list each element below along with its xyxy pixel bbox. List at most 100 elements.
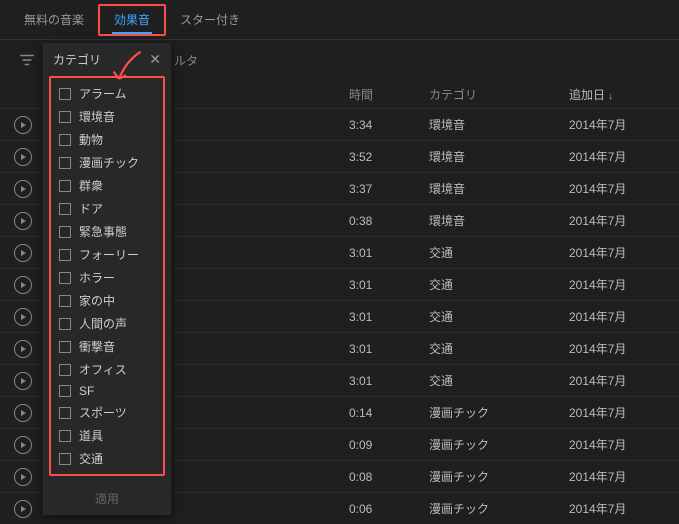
play-icon[interactable] bbox=[14, 116, 32, 134]
category-option[interactable]: 群衆 bbox=[51, 174, 163, 197]
cell-time: 0:08 bbox=[349, 470, 429, 484]
category-option-label: 家の中 bbox=[79, 292, 115, 309]
category-option[interactable]: アラーム bbox=[51, 82, 163, 105]
tab-free-music[interactable]: 無料の音楽 bbox=[10, 0, 98, 40]
category-option-label: SF bbox=[79, 384, 94, 398]
category-option-label: 衝撃音 bbox=[79, 338, 115, 355]
category-option[interactable]: スポーツ bbox=[51, 401, 163, 424]
category-list[interactable]: アラーム環境音動物漫画チック群衆ドア緊急事態フォーリーホラー家の中人間の声衝撃音… bbox=[49, 76, 165, 476]
play-icon[interactable] bbox=[14, 404, 32, 422]
cell-category: 漫画チック bbox=[429, 436, 569, 453]
cell-category: 環境音 bbox=[429, 116, 569, 133]
cell-category: 交通 bbox=[429, 276, 569, 293]
category-option[interactable]: 環境音 bbox=[51, 105, 163, 128]
category-option[interactable]: 水 bbox=[51, 470, 163, 476]
tab-label: 効果音 bbox=[114, 11, 150, 28]
checkbox-icon[interactable] bbox=[59, 476, 71, 477]
cell-date: 2014年7月 bbox=[569, 468, 669, 485]
category-option[interactable]: 家の中 bbox=[51, 289, 163, 312]
apply-button[interactable]: 適用 bbox=[43, 482, 171, 515]
close-icon[interactable]: ✕ bbox=[149, 51, 161, 68]
category-option[interactable]: SF bbox=[51, 381, 163, 401]
panel-title: カテゴリ bbox=[53, 51, 101, 68]
checkbox-icon[interactable] bbox=[59, 453, 71, 465]
checkbox-icon[interactable] bbox=[59, 111, 71, 123]
play-icon[interactable] bbox=[14, 244, 32, 262]
play-icon[interactable] bbox=[14, 468, 32, 486]
category-option[interactable]: 人間の声 bbox=[51, 312, 163, 335]
category-filter-panel: カテゴリ ✕ アラーム環境音動物漫画チック群衆ドア緊急事態フォーリーホラー家の中… bbox=[42, 42, 172, 516]
col-date[interactable]: 追加日↓ bbox=[569, 86, 669, 103]
category-option-label: アラーム bbox=[79, 85, 127, 102]
category-option[interactable]: オフィス bbox=[51, 358, 163, 381]
checkbox-icon[interactable] bbox=[59, 341, 71, 353]
checkbox-icon[interactable] bbox=[59, 203, 71, 215]
category-option-label: 道具 bbox=[79, 427, 103, 444]
cell-category: 交通 bbox=[429, 244, 569, 261]
checkbox-icon[interactable] bbox=[59, 226, 71, 238]
cell-time: 0:09 bbox=[349, 438, 429, 452]
tab-sound-effects[interactable]: 効果音 bbox=[98, 4, 166, 36]
category-option[interactable]: 漫画チック bbox=[51, 151, 163, 174]
cell-date: 2014年7月 bbox=[569, 308, 669, 325]
cell-time: 0:38 bbox=[349, 214, 429, 228]
col-time[interactable]: 時間 bbox=[349, 86, 429, 103]
cell-category: 交通 bbox=[429, 340, 569, 357]
category-option-label: ホラー bbox=[79, 269, 115, 286]
category-option-label: フォーリー bbox=[79, 246, 139, 263]
category-option-label: ドア bbox=[79, 200, 103, 217]
checkbox-icon[interactable] bbox=[59, 272, 71, 284]
tab-label: スター付き bbox=[180, 11, 240, 28]
cell-time: 3:01 bbox=[349, 246, 429, 260]
checkbox-icon[interactable] bbox=[59, 134, 71, 146]
tab-bar: 無料の音楽 効果音 スター付き bbox=[0, 0, 679, 40]
checkbox-icon[interactable] bbox=[59, 180, 71, 192]
checkbox-icon[interactable] bbox=[59, 407, 71, 419]
category-option[interactable]: 動物 bbox=[51, 128, 163, 151]
category-option-label: 環境音 bbox=[79, 108, 115, 125]
category-option-label: オフィス bbox=[79, 361, 127, 378]
sort-desc-icon: ↓ bbox=[608, 91, 613, 102]
category-option-label: 交通 bbox=[79, 450, 103, 467]
play-icon[interactable] bbox=[14, 212, 32, 230]
play-icon[interactable] bbox=[14, 180, 32, 198]
filter-icon[interactable] bbox=[18, 51, 36, 69]
category-option[interactable]: ドア bbox=[51, 197, 163, 220]
col-category[interactable]: カテゴリ bbox=[429, 86, 569, 103]
cell-category: 交通 bbox=[429, 372, 569, 389]
cell-date: 2014年7月 bbox=[569, 180, 669, 197]
play-icon[interactable] bbox=[14, 308, 32, 326]
play-icon[interactable] bbox=[14, 372, 32, 390]
category-option[interactable]: 道具 bbox=[51, 424, 163, 447]
cell-date: 2014年7月 bbox=[569, 244, 669, 261]
play-icon[interactable] bbox=[14, 340, 32, 358]
cell-date: 2014年7月 bbox=[569, 212, 669, 229]
cell-date: 2014年7月 bbox=[569, 436, 669, 453]
category-option-label: 緊急事態 bbox=[79, 223, 127, 240]
checkbox-icon[interactable] bbox=[59, 385, 71, 397]
cell-category: 環境音 bbox=[429, 212, 569, 229]
category-option[interactable]: 衝撃音 bbox=[51, 335, 163, 358]
checkbox-icon[interactable] bbox=[59, 157, 71, 169]
checkbox-icon[interactable] bbox=[59, 430, 71, 442]
play-icon[interactable] bbox=[14, 276, 32, 294]
checkbox-icon[interactable] bbox=[59, 249, 71, 261]
category-option[interactable]: 緊急事態 bbox=[51, 220, 163, 243]
category-option-label: 人間の声 bbox=[79, 315, 127, 332]
cell-time: 3:37 bbox=[349, 182, 429, 196]
checkbox-icon[interactable] bbox=[59, 364, 71, 376]
tab-label: 無料の音楽 bbox=[24, 11, 84, 28]
play-icon[interactable] bbox=[14, 148, 32, 166]
category-option[interactable]: ホラー bbox=[51, 266, 163, 289]
category-option[interactable]: 交通 bbox=[51, 447, 163, 470]
checkbox-icon[interactable] bbox=[59, 88, 71, 100]
checkbox-icon[interactable] bbox=[59, 318, 71, 330]
play-icon[interactable] bbox=[14, 436, 32, 454]
cell-time: 0:14 bbox=[349, 406, 429, 420]
checkbox-icon[interactable] bbox=[59, 295, 71, 307]
category-option-label: スポーツ bbox=[79, 404, 127, 421]
tab-starred[interactable]: スター付き bbox=[166, 0, 254, 40]
cell-time: 3:34 bbox=[349, 118, 429, 132]
category-option[interactable]: フォーリー bbox=[51, 243, 163, 266]
cell-date: 2014年7月 bbox=[569, 276, 669, 293]
